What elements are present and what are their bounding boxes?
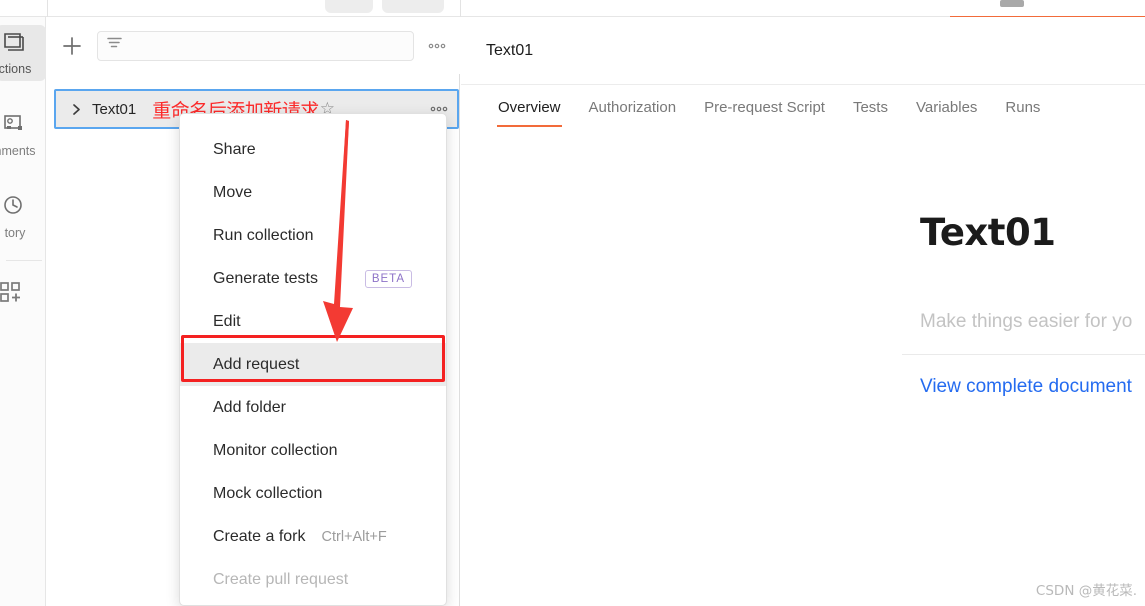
- menu-item-mock-collection[interactable]: Mock collection: [180, 472, 446, 515]
- menu-item-create-a-fork[interactable]: Create a fork Ctrl+Alt+F: [180, 515, 446, 558]
- tab-runs[interactable]: Runs: [991, 85, 1054, 129]
- search-input[interactable]: [97, 30, 414, 61]
- new-grid-plus-icon: [0, 281, 26, 310]
- document-heading: Text01: [920, 211, 1056, 254]
- history-icon: [2, 195, 25, 221]
- tab-overview[interactable]: Overview: [484, 85, 575, 129]
- sidebar-toolbar: [47, 17, 460, 74]
- sidebar-item-label: ctions: [0, 61, 32, 76]
- new-collection-button[interactable]: [57, 31, 87, 61]
- menu-item-label: Edit: [213, 312, 241, 330]
- collection-more-button[interactable]: [429, 105, 449, 113]
- menu-item-share[interactable]: Share: [180, 128, 446, 171]
- beta-badge: BETA: [364, 269, 412, 288]
- left-rail: ctions nments tory: [0, 17, 46, 606]
- menu-item-label: Move: [213, 183, 253, 201]
- menu-item-label: Add folder: [213, 398, 286, 416]
- menu-item-label: Monitor collection: [213, 441, 338, 459]
- watermark: CSDN @黄花菜.: [1035, 583, 1137, 599]
- main-tab-bar: Overview Authorization Pre-request Script T…: [461, 85, 1145, 129]
- collections-icon: [2, 31, 25, 57]
- menu-item-generate-tests[interactable]: Generate tests BETA: [180, 257, 446, 300]
- tab-close-nub[interactable]: [1000, 0, 1024, 7]
- sidebar-item-history[interactable]: tory: [0, 189, 46, 245]
- menu-item-move[interactable]: Move: [180, 171, 446, 214]
- menu-item-label: Mock collection: [213, 484, 323, 502]
- menu-item-label: Add request: [213, 355, 300, 373]
- tab-strip-segment[interactable]: [325, 0, 373, 13]
- menu-item-label: Create a fork: [213, 527, 306, 545]
- main-panel: Text01 Overview Authorization Pre-request …: [461, 17, 1145, 606]
- sidebar-item-label: nments: [0, 143, 36, 158]
- menu-item-create-pull-request: Create pull request: [180, 558, 446, 601]
- main-title-bar: Text01: [461, 17, 1145, 85]
- menu-item-label: Generate tests: [213, 269, 318, 287]
- sidebar-item-collections[interactable]: ctions: [0, 25, 46, 81]
- environments-icon: [2, 113, 25, 139]
- tab-strip-divider: [47, 0, 48, 17]
- menu-item-label: Share: [213, 140, 256, 158]
- sidebar-item-environments[interactable]: nments: [0, 107, 46, 163]
- menu-item-monitor-collection[interactable]: Monitor collection: [180, 429, 446, 472]
- menu-item-label: Create pull request: [213, 570, 349, 588]
- rail-divider: [6, 260, 42, 261]
- menu-item-edit[interactable]: Edit: [180, 300, 446, 343]
- page-title: Text01: [486, 41, 534, 59]
- documentation-pane: Text01 Make things easier for yo: [461, 129, 1145, 606]
- tab-variables[interactable]: Variables: [902, 85, 991, 129]
- collection-context-menu: Share Move Run collection Generate tests BET…: [179, 113, 447, 606]
- tab-pre-request-script[interactable]: Pre-request Script: [690, 85, 839, 129]
- postman-window: ctions nments tory: [0, 0, 1145, 606]
- document-subtitle: Make things easier for yo: [920, 311, 1133, 332]
- menu-item-run-collection[interactable]: Run collection: [180, 214, 446, 257]
- menu-item-shortcut: Ctrl+Alt+F: [321, 528, 387, 545]
- chevron-right-icon[interactable]: [64, 103, 88, 116]
- menu-item-label: Run collection: [213, 226, 314, 244]
- tab-strip: [0, 0, 1145, 17]
- new-item-button[interactable]: [0, 275, 46, 315]
- sidebar-more-button[interactable]: [424, 42, 450, 50]
- view-complete-document-link[interactable]: View complete document: [920, 376, 1132, 398]
- tab-authorization[interactable]: Authorization: [575, 85, 691, 129]
- filter-icon: [106, 35, 124, 56]
- tab-strip-divider: [460, 0, 461, 17]
- collection-name: Text01: [92, 100, 137, 118]
- tab-strip-segment[interactable]: [382, 0, 444, 13]
- tab-tests[interactable]: Tests: [839, 85, 902, 129]
- sidebar-item-label: tory: [4, 225, 26, 240]
- menu-item-add-folder[interactable]: Add folder: [180, 386, 446, 429]
- menu-item-add-request[interactable]: Add request: [180, 343, 446, 386]
- document-divider: [902, 354, 1145, 355]
